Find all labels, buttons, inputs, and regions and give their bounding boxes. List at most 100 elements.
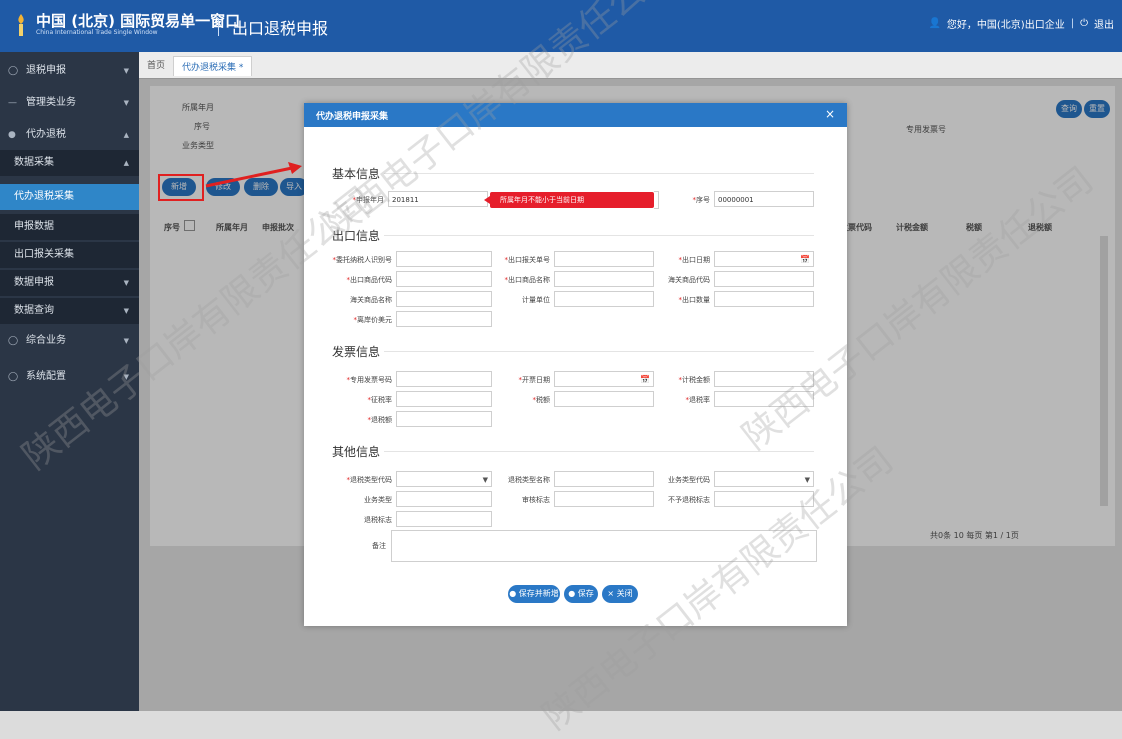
hs-name-label: 海关商品名称 [350, 296, 392, 304]
hs-name-field[interactable] [396, 291, 492, 307]
save-icon: ● [509, 589, 519, 598]
chevron-up-icon: ▲ [123, 159, 129, 167]
circle-icon: ◯ [8, 336, 19, 346]
tax-rate-field[interactable] [396, 391, 492, 407]
tax-amount-field[interactable] [714, 371, 814, 387]
invoice-no-field[interactable] [396, 371, 492, 387]
section-export-title: 出口信息 [332, 229, 381, 243]
power-icon[interactable]: ⏻ [1080, 18, 1088, 29]
taxpayer-id-field[interactable] [396, 251, 492, 267]
chevron-down-icon: ▼ [123, 99, 129, 107]
refund-amount-field[interactable] [396, 411, 492, 427]
agency-refund-modal: 代办退税申报采集 × 基本信息 *申报年月 201811 所属年月不能小于当前日… [304, 103, 847, 626]
close-button[interactable]: × 关闭 [602, 585, 638, 603]
chevron-up-icon: ▲ [123, 131, 129, 139]
tax-amount-label: *计税金额 [678, 376, 711, 384]
export-date-label: *出口日期 [678, 256, 711, 264]
invoice-no-label: *专用发票号码 [346, 376, 393, 384]
hs-code-label: 海关商品代码 [668, 276, 710, 284]
taxpayer-id-label: *委托纳税人识别号 [332, 256, 393, 264]
sidebar-item-data-declare[interactable]: 数据申报 ▼ [0, 270, 139, 296]
export-qty-label: *出口数量 [678, 296, 711, 304]
chevron-down-icon: ▼ [123, 67, 129, 75]
goods-code-field[interactable] [396, 271, 492, 287]
refund-flag-field[interactable] [396, 511, 492, 527]
seq-label: *序号 [692, 196, 711, 204]
sidebar-item-tax-refund[interactable]: ◯ 退税申报 ▼ [0, 58, 139, 84]
section-other-title: 其他信息 [332, 445, 381, 459]
sidebar-item-agency-refund[interactable]: ● 代办退税 ▲ [0, 122, 139, 148]
chevron-down-icon: ▼ [123, 307, 129, 315]
logout-link[interactable]: 退出 [1094, 16, 1114, 31]
unit-field[interactable] [554, 291, 654, 307]
tax-rate-label: *征税率 [367, 396, 393, 404]
type-code-select[interactable]: ▼ [396, 471, 492, 487]
no-refund-field[interactable] [714, 491, 814, 507]
sidebar-item-management[interactable]: — 管理类业务 ▼ [0, 90, 139, 116]
user-area: 👤 您好，中国(北京)出口企业 | ⏻ 退出 [928, 16, 1114, 31]
tax-field[interactable] [554, 391, 654, 407]
app-title: 中国 (北京) 国际贸易单一窗口 [36, 12, 241, 30]
tab-agency-collection[interactable]: 代办退税采集 * [173, 56, 253, 76]
sidebar-item-general[interactable]: ◯ 综合业务 ▼ [0, 328, 139, 354]
calendar-icon[interactable]: 📅 [640, 372, 650, 388]
fob-price-label: *离岸价美元 [353, 316, 393, 324]
section-divider [384, 451, 814, 452]
user-icon: 👤 [928, 18, 941, 29]
goods-name-field[interactable] [554, 271, 654, 287]
remark-label: 备注 [372, 542, 386, 550]
chevron-down-icon: ▼ [123, 279, 129, 287]
customs-no-field[interactable] [554, 251, 654, 267]
annotation-arrow-icon [205, 162, 302, 188]
chevron-down-icon: ▼ [123, 373, 129, 381]
biz-type-label: 业务类型 [364, 496, 392, 504]
period-error-tooltip: 所属年月不能小于当前日期 [484, 192, 654, 208]
refund-flag-label: 退税标志 [364, 516, 392, 524]
save-button[interactable]: ● 保存 [564, 585, 598, 603]
hs-code-field[interactable] [714, 271, 814, 287]
module-title: 出口退税申报 [232, 19, 329, 38]
remark-textarea[interactable] [391, 530, 817, 562]
app-subtitle: China International Trade Single Window [36, 29, 158, 36]
sidebar-item-data-collection[interactable]: 数据采集 ▲ [0, 150, 139, 176]
save-new-button[interactable]: ● 保存并新增 [508, 585, 560, 603]
modal-title: 代办退税申报采集 [316, 112, 389, 122]
chevron-down-icon: ▼ [804, 476, 810, 484]
tax-label: *税额 [532, 396, 551, 404]
period-field[interactable]: 201811 [388, 191, 488, 207]
header-divider [218, 18, 219, 36]
sidebar-item-customs-collection[interactable]: 出口报关采集 [0, 242, 139, 268]
circle-icon: ◯ [8, 66, 19, 76]
fob-price-field[interactable] [396, 311, 492, 327]
goods-code-label: *出口商品代码 [346, 276, 393, 284]
close-icon[interactable]: × [825, 107, 835, 121]
customs-no-label: *出口报关单号 [504, 256, 551, 264]
export-date-field[interactable]: 📅 [714, 251, 814, 267]
calendar-icon[interactable]: 📅 [800, 252, 810, 268]
goods-name-label: *出口商品名称 [504, 276, 551, 284]
dot-icon: ● [8, 130, 16, 140]
invoice-date-label: *开票日期 [518, 376, 551, 384]
field-edge [654, 191, 659, 209]
sidebar-item-declare-data[interactable]: 申报数据 [0, 214, 139, 240]
export-qty-field[interactable] [714, 291, 814, 307]
seq-field[interactable]: 00000001 [714, 191, 814, 207]
refund-rate-field[interactable] [714, 391, 814, 407]
biz-code-select[interactable]: ▼ [714, 471, 814, 487]
save-icon: ● [568, 589, 578, 598]
biz-type-field[interactable] [396, 491, 492, 507]
sidebar-item-agency-collection[interactable]: 代办退税采集 [0, 184, 139, 210]
torch-logo-icon [18, 14, 24, 36]
type-name-field[interactable] [554, 471, 654, 487]
period-label: *申报年月 [352, 196, 385, 204]
invoice-date-field[interactable]: 📅 [554, 371, 654, 387]
sidebar-item-settings[interactable]: ◯ 系统配置 ▼ [0, 364, 139, 390]
biz-code-label: 业务类型代码 [668, 476, 710, 484]
tab-home[interactable]: 首页 [147, 58, 165, 71]
approval-field[interactable] [554, 491, 654, 507]
refund-rate-label: *退税率 [685, 396, 711, 404]
refund-amount-label: *退税额 [367, 416, 393, 424]
sidebar-item-data-query[interactable]: 数据查询 ▼ [0, 298, 139, 324]
user-greeting: 您好，中国(北京)出口企业 [946, 20, 1065, 31]
no-refund-label: 不予退税标志 [668, 496, 710, 504]
